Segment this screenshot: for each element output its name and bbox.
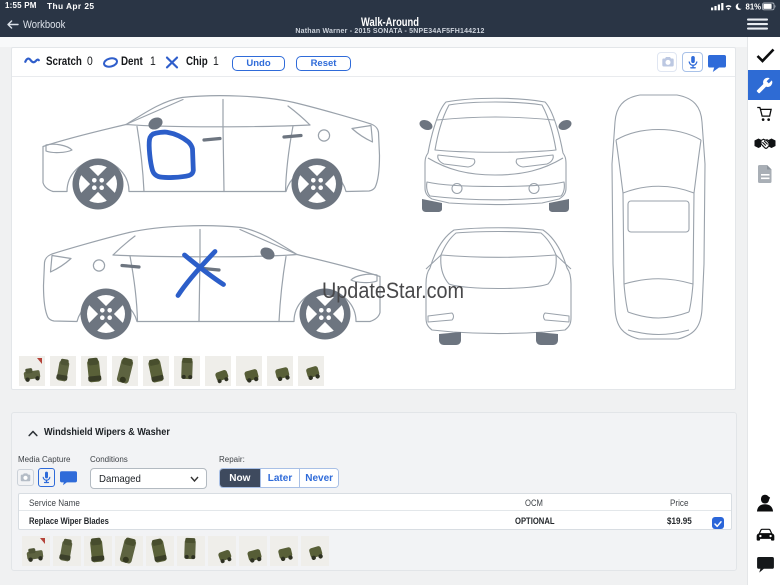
svg-text:81%: 81%: [746, 2, 762, 10]
